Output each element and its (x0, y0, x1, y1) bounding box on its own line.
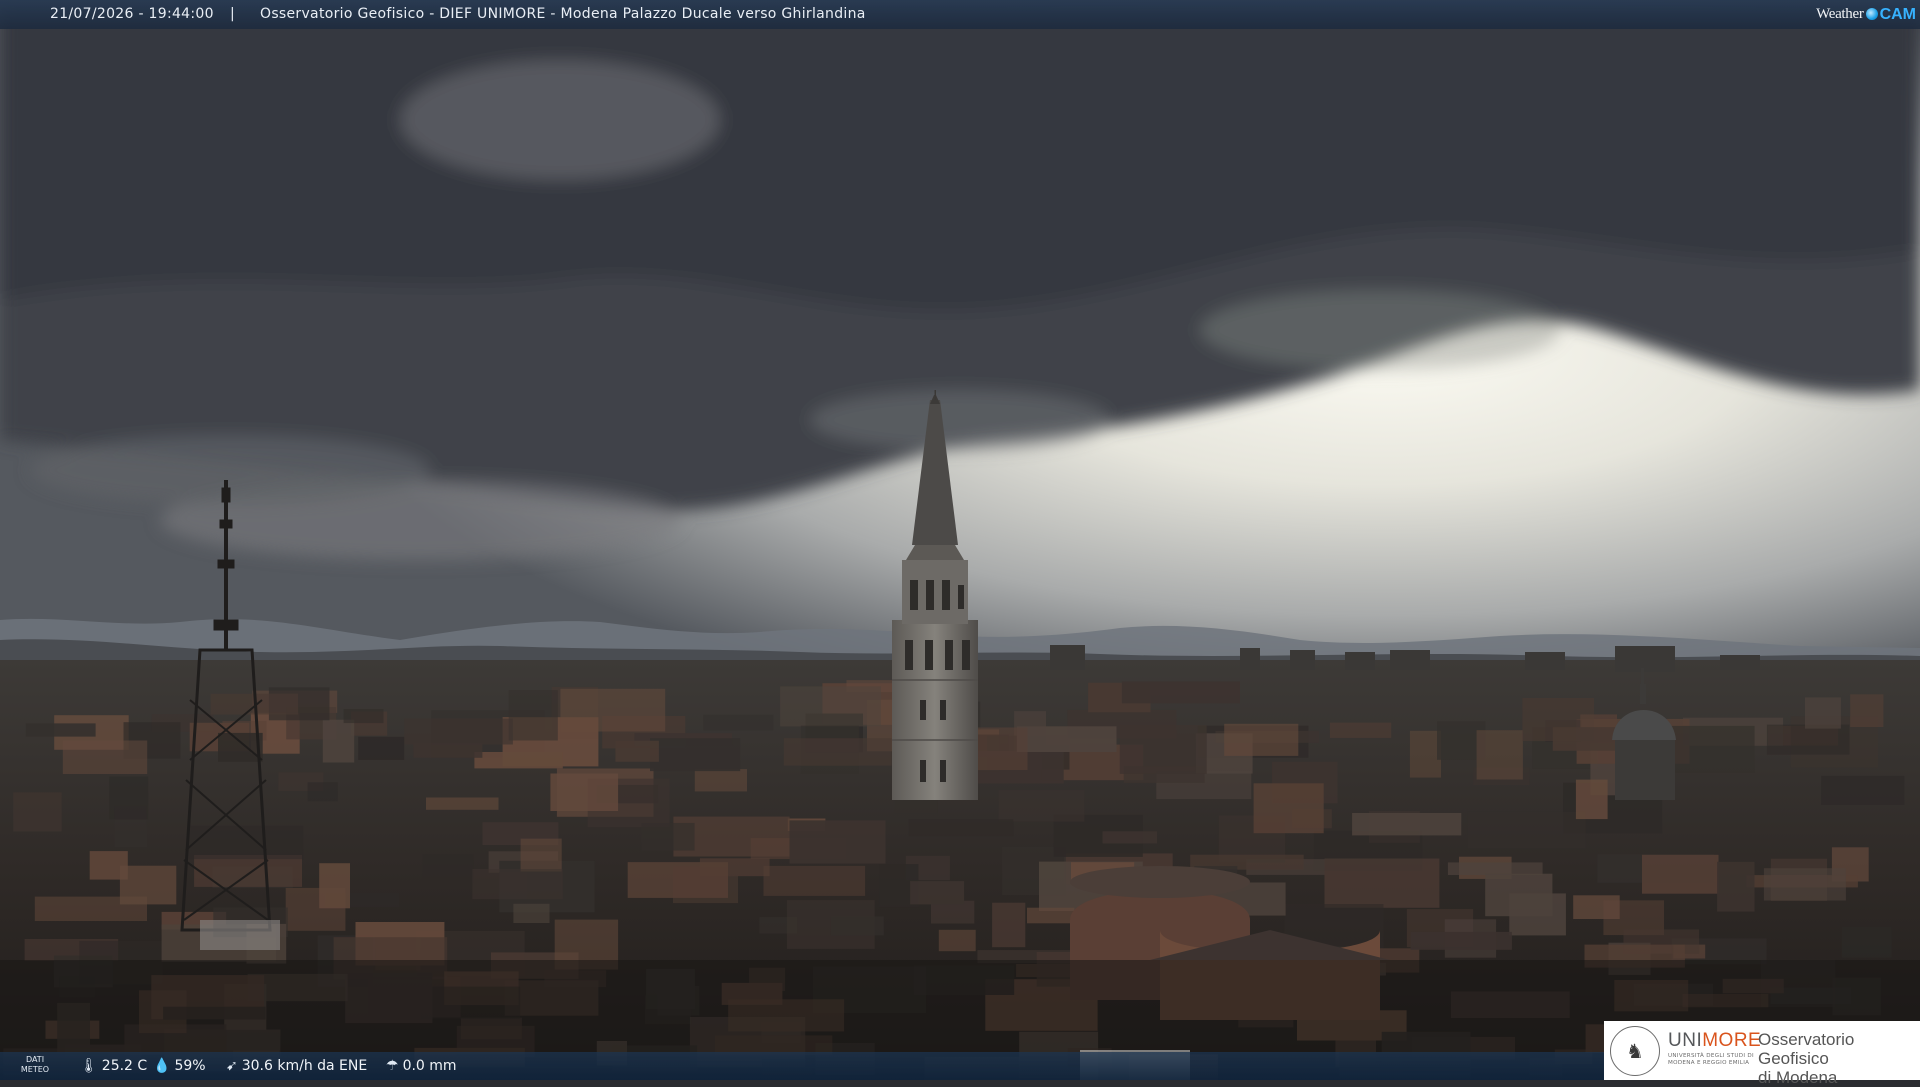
rooftop-block (831, 917, 884, 936)
rooftop-block (560, 689, 665, 732)
rooftop-block (426, 798, 499, 810)
unimore-wordmark: UNIMORE (1668, 1030, 1761, 1052)
rooftop-block (1325, 859, 1440, 908)
unimore-observatory-logo: ♞ UNIMORE UNIVERSITÀ DEGLI STUDI DI MODE… (1604, 1021, 1920, 1080)
rooftop-block (1717, 862, 1754, 912)
rooftop-block (509, 690, 558, 740)
humidity-drop-icon: 💧 (153, 1058, 170, 1074)
rooftop-block (790, 820, 886, 863)
rooftop-block (784, 738, 892, 766)
weathercam-logo: Weather CAM (1816, 3, 1916, 25)
city-skyline-photo (0, 0, 1920, 1080)
datetime-label: 21/07/2026 - 19:44:00 (50, 0, 214, 29)
university-subtitle: UNIVERSITÀ DEGLI STUDI DI MODENA E REGGI… (1668, 1053, 1760, 1067)
rooftop-block (1580, 714, 1617, 727)
rooftop-block (999, 790, 1085, 822)
rooftop-block (109, 777, 148, 820)
rooftop-block (1352, 813, 1461, 835)
rooftop-block (1330, 723, 1391, 738)
dati-meteo-label: DATI METEO (20, 1055, 50, 1075)
rooftop-block (1103, 831, 1157, 843)
rooftop-block (910, 881, 964, 904)
rooftop-block (615, 741, 659, 762)
rooftop-block (472, 869, 563, 899)
rooftop-block (404, 719, 513, 745)
rooftop-block (650, 738, 740, 771)
wind-value: 30.6 km/h da ENE (242, 1058, 368, 1074)
header-separator: | (230, 0, 235, 29)
rooftop-block (695, 769, 747, 791)
rooftop-block (1821, 776, 1904, 805)
temperature-metric: 🌡 25.2 C (80, 1052, 147, 1080)
temperature-value: 25.2 C (102, 1058, 147, 1074)
rooftop-block (764, 866, 866, 896)
rooftop-block (358, 737, 404, 760)
rooftop-block (1805, 697, 1841, 728)
rain-metric: ☂ 0.0 mm (386, 1052, 457, 1080)
rooftop-block (1120, 725, 1207, 774)
rooftop-block (423, 854, 474, 883)
rooftop-block (1850, 694, 1883, 727)
rooftop-block (550, 774, 618, 812)
rooftop-block (780, 686, 881, 726)
wind-arrow-icon: ➹ (226, 1058, 238, 1074)
rooftop-block (1254, 783, 1324, 833)
rooftop-block (513, 904, 549, 923)
rooftop-block (1410, 731, 1441, 778)
rooftop-block (1573, 895, 1620, 919)
university-seal-icon: ♞ (1610, 1026, 1660, 1076)
rooftop-block (628, 862, 728, 898)
rooftop-block (909, 819, 1014, 836)
thermometer-icon: 🌡 (80, 1058, 98, 1074)
rooftop-block (413, 743, 482, 758)
rooftop-block (344, 709, 384, 723)
rooftop-block (939, 930, 976, 951)
rooftop-block (63, 741, 147, 775)
rooftop-block (13, 792, 62, 831)
rooftop-block (992, 903, 1025, 948)
brand-globe-icon (1866, 8, 1878, 20)
location-title: Osservatorio Geofisico - DIEF UNIMORE - … (260, 0, 866, 29)
rooftop-block (521, 839, 562, 872)
rooftop-block (1767, 725, 1850, 755)
rooftop-block (194, 855, 302, 887)
rooftop-block (1477, 730, 1523, 779)
rooftop-block (1027, 908, 1074, 924)
brand-word: Weather (1816, 0, 1864, 29)
rooftop-block (703, 715, 773, 731)
webcam-image (0, 0, 1920, 1080)
unimore-more: MORE (1702, 1030, 1761, 1051)
rooftop-block (1842, 927, 1892, 958)
rooftop-block (1468, 812, 1586, 849)
rooftop-block (1642, 855, 1719, 894)
observatory-name: Osservatorio Geofisico di Modena (1758, 1030, 1920, 1087)
rooftop-block (1448, 862, 1543, 875)
rooftop-block (218, 733, 263, 762)
observatory-line2: di Modena (1758, 1068, 1920, 1087)
rooftop-block (474, 752, 562, 768)
rooftop-block (308, 782, 338, 801)
rooftop-block (120, 866, 176, 905)
rooftop-block (1764, 868, 1846, 900)
rooftop-block (319, 863, 350, 908)
header-bar: 21/07/2026 - 19:44:00 | Osservatorio Geo… (0, 0, 1920, 29)
unimore-uni: UNI (1668, 1030, 1702, 1051)
rain-umbrella-icon: ☂ (386, 1058, 399, 1074)
rooftop-block (1122, 681, 1240, 703)
rooftop-block (1224, 724, 1298, 756)
humidity-metric: 💧 59% (153, 1052, 206, 1080)
wind-metric: ➹ 30.6 km/h da ENE (226, 1052, 367, 1080)
rooftop-block (1411, 932, 1512, 950)
rooftop-block (189, 826, 303, 859)
rooftop-block (1576, 780, 1608, 820)
rooftop-block (1017, 726, 1117, 752)
rooftop-block (26, 723, 96, 736)
rooftop-block (1485, 874, 1552, 917)
humidity-value: 59% (174, 1058, 205, 1074)
rooftop-block (642, 823, 695, 851)
rain-value: 0.0 mm (403, 1058, 457, 1074)
observatory-line1: Osservatorio Geofisico (1758, 1030, 1920, 1068)
brand-suffix: CAM (1880, 0, 1916, 29)
rooftop-block (323, 720, 354, 763)
